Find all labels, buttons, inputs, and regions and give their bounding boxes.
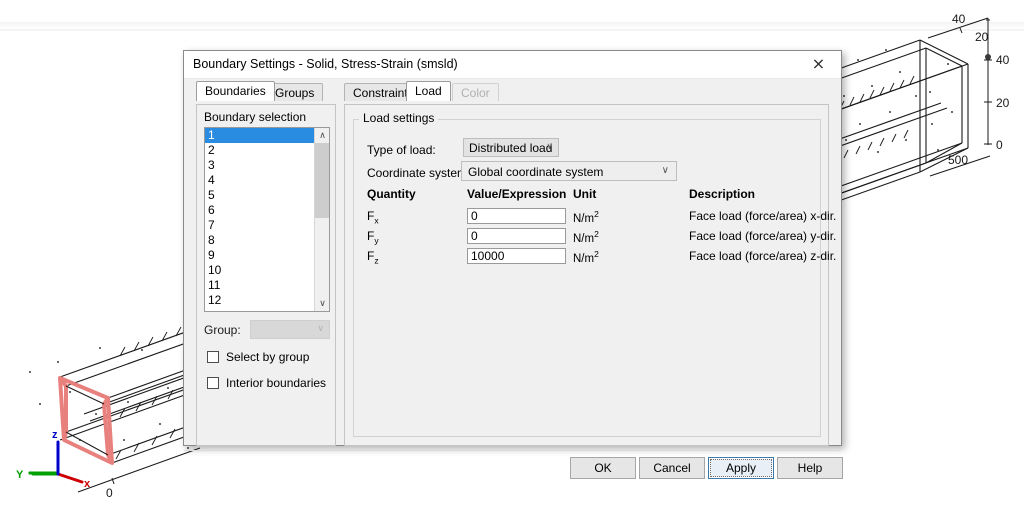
select-by-group-label: Select by group [226,350,310,364]
group-select: ∨ [250,320,330,339]
coordinate-system-label: Coordinate system: [367,166,471,180]
axis-label-40a: 40 [952,12,966,26]
right-tab-row[interactable]: Constraint Load Color [344,81,544,101]
chevron-down-icon[interactable]: ∨ [546,142,553,152]
load-settings-title: Load settings [359,111,439,125]
fz-value-input[interactable]: 10000 [467,248,566,264]
chevron-down-icon[interactable]: ∨ [662,165,669,176]
axis-triad-label-y: Y [16,469,24,481]
list-item[interactable]: 9 [205,248,329,263]
boundary-settings-dialog[interactable]: Boundary Settings - Solid, Stress-Strain… [183,50,843,479]
ok-button[interactable]: OK [570,457,636,479]
tab-color: Color [452,83,499,101]
quantity-fx: Fx [367,209,379,226]
list-item[interactable]: 3 [205,158,329,173]
axis-label-500: 500 [948,153,968,167]
boundary-selection-label: Boundary selection [204,110,307,124]
list-item[interactable]: 4 [205,173,329,188]
axis-label-20a: 20 [975,30,989,44]
checkbox-icon[interactable] [207,377,219,389]
type-of-load-label: Type of load: [367,143,436,157]
dialog-separator [184,450,841,451]
coordinate-system-value: Global coordinate system [468,165,604,179]
fx-description: Face load (force/area) x-dir. [689,209,837,223]
chevron-down-icon: ∨ [317,324,324,334]
close-icon[interactable]: × [796,51,841,77]
column-header-value: Value/Expression [467,187,567,201]
axis-triad-label-x: x [84,478,91,490]
group-row: Group: ∨ [204,320,330,339]
boundary-selection-list[interactable]: 1 2 3 4 5 6 7 8 9 10 11 12 ∧ ∨ [204,127,330,312]
load-panel: Load settings Type of load: Distributed … [344,104,836,446]
column-header-quantity: Quantity [367,187,416,201]
axis-label-20b: 20 [996,96,1010,110]
column-header-unit: Unit [573,187,597,201]
help-button[interactable]: Help [777,457,843,479]
fy-unit: N/m2 [573,229,599,245]
type-of-load-select[interactable]: Distributed load ∨ [463,138,559,157]
fx-unit: N/m2 [573,209,599,225]
list-item[interactable]: 10 [205,263,329,278]
fx-value-input[interactable]: 0 [467,208,566,224]
fy-value: 0 [471,229,478,243]
scrollbar-thumb[interactable] [315,143,329,218]
dialog-titlebar[interactable]: Boundary Settings - Solid, Stress-Strain… [184,51,841,79]
boundaries-panel: Boundary selection 1 2 3 4 5 6 7 8 9 10 … [196,104,336,446]
list-item[interactable]: 8 [205,233,329,248]
axis-label-40b: 40 [996,53,1010,67]
quantity-fy: Fy [367,229,379,246]
fz-value: 10000 [471,249,505,263]
list-item[interactable]: 5 [205,188,329,203]
tab-boundaries[interactable]: Boundaries [196,81,275,101]
column-header-description: Description [689,187,756,201]
left-tab-row[interactable]: Boundaries Groups [196,81,346,101]
list-item[interactable]: 12 [205,293,329,308]
list-scrollbar[interactable]: ∧ ∨ [314,128,329,311]
scroll-down-icon[interactable]: ∨ [315,296,329,311]
list-item[interactable]: 1 [205,128,329,143]
group-label: Group: [204,323,241,337]
quantity-fz: Fz [367,249,379,266]
cancel-button-label: Cancel [653,461,691,475]
list-item[interactable]: 2 [205,143,329,158]
type-of-load-value: Distributed load [469,141,553,155]
fy-description: Face load (force/area) y-dir. [689,229,837,243]
tab-load[interactable]: Load [406,81,451,101]
fz-unit: N/m2 [573,249,599,265]
help-button-label: Help [797,461,823,475]
list-item[interactable]: 7 [205,218,329,233]
dialog-title: Boundary Settings - Solid, Stress-Strain… [193,57,458,71]
apply-button[interactable]: Apply [708,457,774,479]
focus-ring [710,459,772,477]
fx-value: 0 [471,209,478,223]
fy-value-input[interactable]: 0 [467,228,566,244]
ok-button-label: OK [594,461,612,475]
checkbox-icon[interactable] [207,351,219,363]
interior-boundaries-label: Interior boundaries [226,376,327,390]
list-item[interactable]: 6 [205,203,329,218]
axis-triad-label-z: z [52,429,58,441]
dialog-button-row: OK Cancel Apply Help [184,457,843,487]
axis-label-0-far: 0 [996,138,1003,152]
scroll-up-icon[interactable]: ∧ [315,128,329,143]
list-item[interactable]: 11 [205,278,329,293]
cancel-button[interactable]: Cancel [639,457,705,479]
axis-label-0-near: 0 [106,486,113,500]
fz-description: Face load (force/area) z-dir. [689,249,837,263]
coordinate-system-select[interactable]: Global coordinate system ∨ [461,161,677,181]
